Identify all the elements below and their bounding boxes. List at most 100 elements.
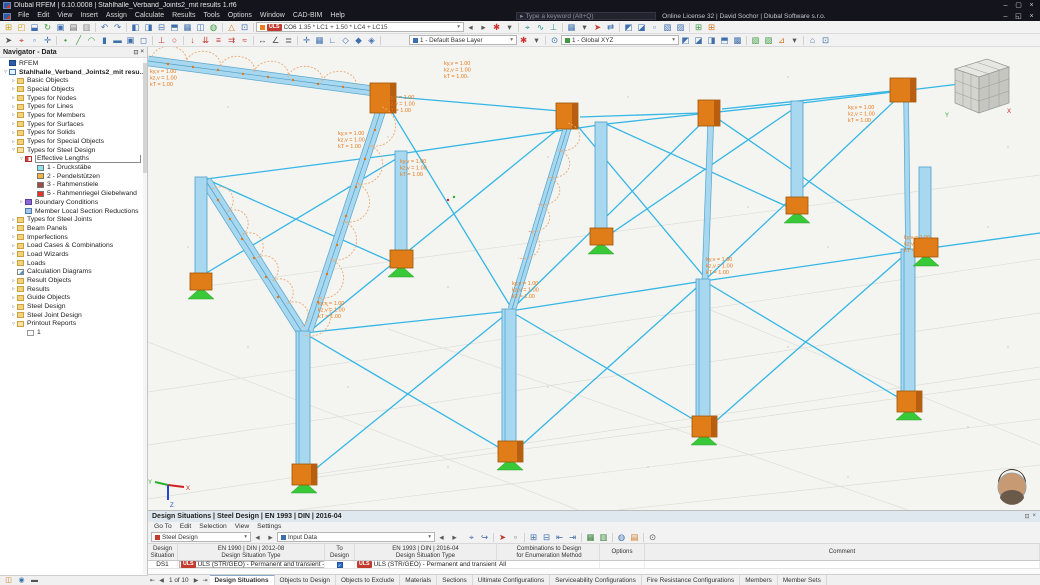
load-combination-combo[interactable]: ULS CO6 1.35 * LC1 + 1.50 * LC4 + LC15 ▾ — [256, 22, 464, 32]
table-tab[interactable]: Member Sets — [778, 575, 827, 585]
select-pointer-icon[interactable]: ➤ — [2, 35, 15, 46]
expand-arrow-icon[interactable]: ▿ — [10, 147, 17, 153]
model-viewport[interactable]: ky,v = 1.00 kz,v = 1.00 kT = 1.00 ky,v =… — [148, 47, 1040, 510]
result-table-icon[interactable]: ▦ — [565, 22, 578, 33]
imperfection-icon[interactable]: ≈ — [238, 35, 251, 46]
expand-arrow-icon[interactable]: ▹ — [10, 86, 17, 92]
plane-yz-icon[interactable]: ◈ — [365, 35, 378, 46]
tree-item[interactable]: 1 - Druckstäbe — [0, 163, 147, 172]
expand-arrow-icon[interactable]: ▹ — [10, 304, 17, 310]
tree-item[interactable]: ▹ Results — [0, 285, 147, 294]
expand-arrow-icon[interactable]: ▹ — [10, 121, 17, 127]
expand-arrow-icon[interactable]: ▹ — [10, 260, 17, 266]
line-tool-icon[interactable]: ╱ — [72, 35, 85, 46]
search-table-icon[interactable]: ⊙ — [646, 532, 659, 543]
visibility-cube-1-icon[interactable]: ◩ — [622, 22, 635, 33]
table-tab[interactable]: Serviceability Configurations — [550, 575, 642, 585]
pick-in-table-icon[interactable]: ↪ — [478, 532, 491, 543]
expand-arrow-icon[interactable]: ▹ — [10, 139, 17, 145]
window-layout-icon[interactable]: ⬒ — [168, 22, 181, 33]
tree-item[interactable]: ▹ Steel Design — [0, 302, 147, 311]
visibility-status-icon[interactable]: ◉ — [15, 576, 28, 585]
camera-status-icon[interactable]: ▬ — [28, 576, 41, 585]
dual-view-icon[interactable]: ◫ — [194, 22, 207, 33]
angle-dimension-icon[interactable]: ∠ — [269, 35, 282, 46]
tree-item[interactable]: ▹ Types for Lines — [0, 102, 147, 111]
manage-windows-icon[interactable]: ▦ — [181, 22, 194, 33]
import-excel-icon[interactable]: ▥ — [597, 532, 610, 543]
member-load-icon[interactable]: ⇊ — [199, 35, 212, 46]
combo-caret-icon[interactable]: ▾ — [510, 37, 513, 43]
snap-icon[interactable]: ✛ — [300, 35, 313, 46]
tree-item[interactable]: ▹ Types for Members — [0, 111, 147, 120]
support-reactions-icon[interactable]: ⊥ — [547, 22, 560, 33]
visibility-cube-2-icon[interactable]: ◪ — [635, 22, 648, 33]
expand-arrow-icon[interactable]: ▹ — [18, 199, 25, 205]
solid-tool-icon[interactable]: ▣ — [124, 35, 137, 46]
sync-cloud-icon[interactable]: ↻ — [41, 22, 54, 33]
type-1993-cell[interactable]: ULS ULS (STR/GEO) - Permanent and transi… — [355, 561, 496, 568]
previous-combination-icon[interactable]: ◂ — [464, 22, 477, 33]
table-tab[interactable]: Objects to Design — [275, 575, 336, 585]
clip-plane-icon[interactable]: ⊿ — [775, 35, 788, 46]
rendering-icon[interactable]: ◍ — [207, 22, 220, 33]
layer-dropdown-icon[interactable]: ▾ — [530, 35, 543, 46]
next-input-table-icon[interactable]: ▸ — [448, 532, 461, 543]
input-table-combo[interactable]: Input Data ▾ — [277, 532, 435, 542]
layer-filter-icon[interactable]: ✱ — [517, 35, 530, 46]
next-combination-icon[interactable]: ▸ — [477, 22, 490, 33]
insert-row-icon[interactable]: ⊞ — [527, 532, 540, 543]
print-icon[interactable]: ▤ — [67, 22, 80, 33]
table-tab[interactable]: Materials — [400, 575, 438, 585]
user-view-2-icon[interactable]: ▨ — [762, 35, 775, 46]
tree-item[interactable]: Member Local Section Reductions — [0, 207, 147, 216]
tree-item[interactable]: ▹ Steel Joint Design — [0, 311, 147, 320]
doc-minimize-button[interactable]: – — [999, 11, 1012, 22]
panel-close-icon[interactable]: × — [1032, 513, 1036, 520]
menu-item[interactable]: Calculate — [131, 11, 168, 21]
printout-report-icon[interactable]: ▥ — [80, 22, 93, 33]
previous-input-table-icon[interactable]: ◂ — [435, 532, 448, 543]
doc-close-button[interactable]: × — [1025, 11, 1038, 22]
tree-item[interactable]: ▹ Basic Objects — [0, 76, 147, 85]
zoom-extents-icon[interactable]: ⊡ — [819, 35, 832, 46]
tree-item[interactable]: ▹ Types for Special Objects — [0, 137, 147, 146]
coordinate-system-combo[interactable]: 1 - Global XYZ ▾ — [561, 35, 679, 45]
select-window-icon[interactable]: ▫ — [28, 35, 41, 46]
maximize-button[interactable]: ▢ — [1012, 0, 1025, 11]
options-cell[interactable] — [600, 561, 645, 568]
surface-load-icon[interactable]: ≡ — [212, 35, 225, 46]
tree-item[interactable]: ▹ Special Objects — [0, 85, 147, 94]
view-top-icon[interactable]: ⬒ — [718, 35, 731, 46]
tree-item[interactable]: ▹ Types for Steel Joints — [0, 215, 147, 224]
previous-table-icon[interactable]: ◀ — [157, 577, 166, 584]
combinations-cell[interactable]: All — [497, 561, 600, 568]
save-icon[interactable]: ⬓ — [28, 22, 41, 33]
notes-icon[interactable]: ▤ — [628, 532, 641, 543]
navigator-scrollbar[interactable] — [143, 59, 147, 574]
menu-item[interactable]: Insert — [76, 11, 102, 21]
pick-object-icon[interactable]: ⌖ — [15, 35, 28, 46]
tree-item[interactable]: ▹ Loads — [0, 259, 147, 268]
view-isometric-icon[interactable]: ◩ — [679, 35, 692, 46]
support-tool-icon[interactable]: ⊥ — [155, 35, 168, 46]
home-view-icon[interactable]: ⌂ — [806, 35, 819, 46]
tree-item[interactable]: ▿ Types for Steel Design — [0, 146, 147, 155]
model-view-icon[interactable]: ⊡ — [238, 22, 251, 33]
tree-item[interactable]: ▹ Types for Nodes — [0, 94, 147, 103]
redo-icon[interactable]: ↷ — [111, 22, 124, 33]
tree-item[interactable]: 1 — [0, 328, 147, 337]
panel-status-icon[interactable]: ◫ — [2, 576, 15, 585]
table-dropdown-icon[interactable]: ▾ — [578, 22, 591, 33]
expand-arrow-icon[interactable]: ▹ — [10, 278, 17, 284]
export-excel-icon[interactable]: ▦ — [584, 532, 597, 543]
expand-arrow-icon[interactable]: ▿ — [18, 156, 25, 162]
menu-item[interactable]: View — [53, 11, 76, 21]
expand-arrow-icon[interactable]: ▿ — [10, 321, 17, 327]
expand-arrow-icon[interactable]: ▹ — [10, 295, 17, 301]
table-tab[interactable]: Ultimate Configurations — [473, 575, 551, 585]
menu-item[interactable]: Edit — [33, 11, 53, 21]
move-column-right-icon[interactable]: ⇥ — [566, 532, 579, 543]
work-plane-icon[interactable]: ∟ — [326, 35, 339, 46]
tree-item[interactable]: Calculation Diagrams — [0, 268, 147, 277]
